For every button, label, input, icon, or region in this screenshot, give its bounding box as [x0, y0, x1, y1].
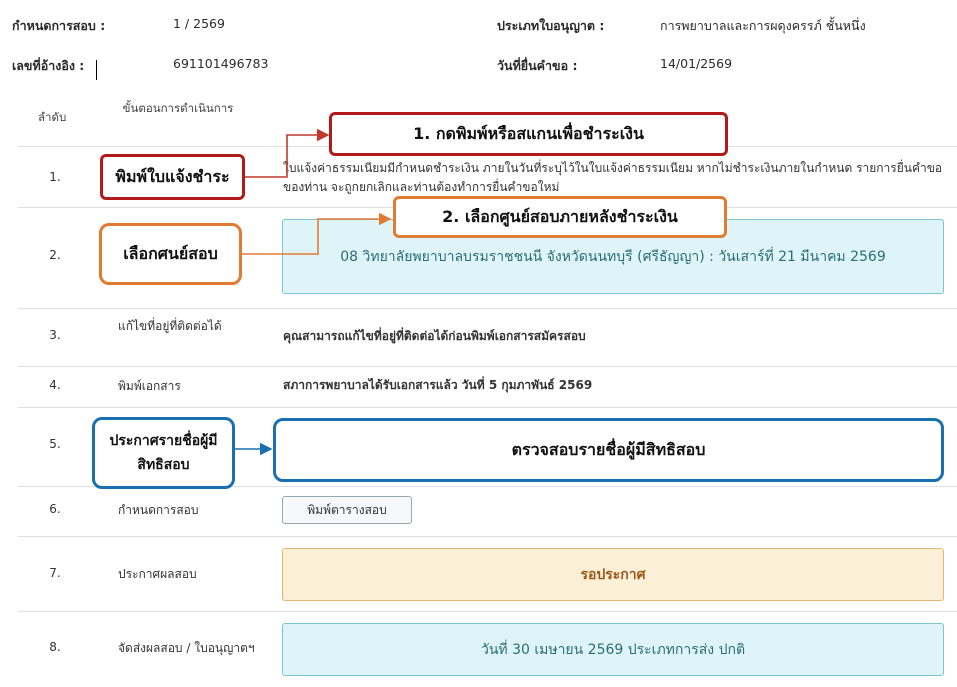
callout-check-list: ตรวจสอบรายชื่อผู้มีสิทธิสอบ — [273, 418, 944, 482]
arrow-to-step1 — [245, 128, 330, 178]
callout-step2-text: 2. เลือกศูนย์สอบภายหลังชำระเงิน — [442, 207, 678, 226]
callout-print-invoice[interactable]: พิมพ์ใบแจ้งชำระ — [100, 154, 245, 200]
callout-check-list-text: ตรวจสอบรายชื่อผู้มีสิทธิสอบ — [511, 440, 706, 459]
callout-announce-list-text: ประกาศรายชื่อผู้มีสิทธิสอบ — [109, 433, 218, 473]
callout-print-invoice-text: พิมพ์ใบแจ้งชำระ — [115, 167, 230, 186]
callout-step1: 1. กดพิมพ์หรือสแกนเพื่อชำระเงิน — [329, 112, 728, 156]
arrow-to-step2 — [242, 212, 392, 255]
callout-announce-list[interactable]: ประกาศรายชื่อผู้มีสิทธิสอบ — [92, 417, 235, 489]
annotation-arrows — [235, 128, 392, 456]
callout-select-center[interactable]: เลือกศนย์สอบ — [99, 223, 242, 285]
callout-step1-text: 1. กดพิมพ์หรือสแกนเพื่อชำระเงิน — [413, 124, 644, 143]
callout-step2: 2. เลือกศูนย์สอบภายหลังชำระเงิน — [393, 196, 727, 238]
callout-select-center-text: เลือกศนย์สอบ — [123, 244, 218, 263]
